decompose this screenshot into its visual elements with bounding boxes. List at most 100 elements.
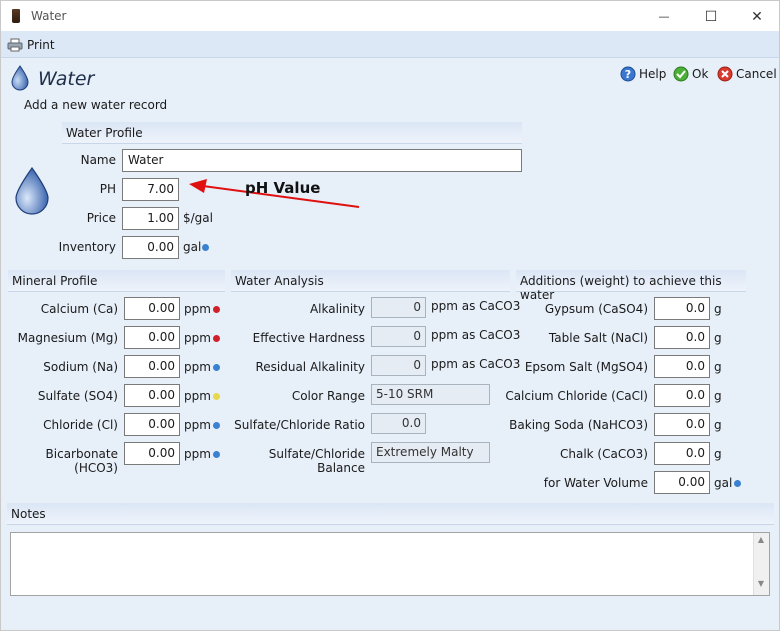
mineral-label-magnesium: Magnesium (Mg): [17, 331, 118, 345]
epsom-salt-unit: g: [714, 360, 722, 374]
chalk-input[interactable]: 0.0: [654, 442, 710, 465]
sulfate-chloride-ratio-value: 0.0: [371, 413, 426, 434]
chalk-unit: g: [714, 447, 722, 461]
scroll-up-icon[interactable]: ▲: [753, 535, 769, 549]
name-input[interactable]: Water: [122, 149, 522, 172]
baking-soda-input[interactable]: 0.0: [654, 413, 710, 436]
mineral-label-sulfate: Sulfate (SO4): [37, 389, 118, 403]
mineral-label-calcium: Calcium (Ca): [40, 302, 118, 316]
baking-soda-unit: g: [714, 418, 722, 432]
printer-icon: [7, 38, 23, 52]
large-water-drop-icon: [15, 166, 49, 215]
sodium-status-dot: [213, 364, 220, 371]
price-label: Price: [86, 211, 116, 225]
color-range-value: 5-10 SRM: [371, 384, 490, 405]
help-icon: ?: [620, 66, 636, 82]
magnesium-status-dot: [213, 335, 220, 342]
magnesium-input[interactable]: 0.00: [124, 326, 180, 349]
sulfate-chloride-ratio-label: Sulfate/Chloride Ratio: [234, 418, 365, 432]
notes-text: [11, 533, 769, 539]
chloride-input[interactable]: 0.00: [124, 413, 180, 436]
gypsum-unit: g: [714, 302, 722, 316]
sulfate-chloride-balance-value: Extremely Malty: [371, 442, 490, 463]
sodium-input[interactable]: 0.00: [124, 355, 180, 378]
chalk-label: Chalk (CaCO3): [560, 447, 648, 461]
ok-button[interactable]: Ok: [673, 66, 708, 82]
help-label: Help: [639, 67, 667, 81]
effective-hardness-label: Effective Hardness: [252, 331, 365, 345]
water-volume-unit: gal: [714, 476, 733, 490]
inventory-unit: gal: [183, 240, 202, 254]
inventory-input[interactable]: 0.00: [122, 236, 179, 259]
title-bar: Water — ☐ ✕: [0, 0, 780, 31]
table-salt-input[interactable]: 0.0: [654, 326, 710, 349]
additions-header: Additions (weight) to achieve this water: [516, 270, 746, 302]
magnesium-unit: ppm: [184, 331, 211, 345]
bicarbonate-status-dot: [213, 451, 220, 458]
maximize-button[interactable]: ☐: [688, 1, 734, 32]
annotation-text: pH Value: [245, 179, 321, 197]
water-analysis-header: Water Analysis: [231, 270, 510, 292]
mineral-label-bicarbonate: Bicarbonate (HCO3): [45, 447, 118, 475]
water-drop-icon: [11, 65, 29, 91]
cancel-button[interactable]: Cancel: [717, 66, 777, 82]
calcium-status-dot: [213, 306, 220, 313]
gypsum-label: Gypsum (CaSO4): [544, 302, 648, 316]
residual-alkalinity-label: Residual Alkalinity: [255, 360, 365, 374]
check-icon: [673, 66, 689, 82]
name-label: Name: [80, 153, 116, 167]
residual-alkalinity-value: 0: [371, 355, 426, 376]
alkalinity-value: 0: [371, 297, 426, 318]
page-subtitle: Add a new water record: [24, 98, 168, 112]
scroll-down-icon[interactable]: ▼: [753, 579, 769, 593]
print-label: Print: [27, 38, 55, 52]
sulfate-input[interactable]: 0.00: [124, 384, 180, 407]
chloride-status-dot: [213, 422, 220, 429]
sodium-unit: ppm: [184, 360, 211, 374]
inventory-label: Inventory: [58, 240, 116, 254]
calcium-chloride-input[interactable]: 0.0: [654, 384, 710, 407]
calcium-input[interactable]: 0.00: [124, 297, 180, 320]
close-button[interactable]: ✕: [734, 1, 780, 32]
chloride-unit: ppm: [184, 418, 211, 432]
notes-scrollbar[interactable]: ▲ ▼: [753, 533, 769, 595]
water-volume-label: for Water Volume: [543, 476, 648, 490]
price-unit: $/gal: [183, 211, 213, 225]
notes-textarea[interactable]: ▲ ▼: [10, 532, 770, 596]
sulfate-chloride-balance-label: Sulfate/Chloride Balance: [268, 447, 365, 475]
bicarbonate-input[interactable]: 0.00: [124, 442, 180, 465]
print-button[interactable]: Print: [7, 36, 55, 54]
price-input[interactable]: 1.00: [122, 207, 179, 230]
notes-header: Notes: [7, 503, 774, 525]
app-icon: [12, 9, 20, 23]
epsom-salt-input[interactable]: 0.0: [654, 355, 710, 378]
mineral-label-chloride: Chloride (Cl): [43, 418, 118, 432]
minimize-button[interactable]: —: [641, 1, 687, 32]
effective-hardness-value: 0: [371, 326, 426, 347]
cancel-icon: [717, 66, 733, 82]
baking-soda-label: Baking Soda (NaHCO3): [509, 418, 648, 432]
color-range-label: Color Range: [291, 389, 365, 403]
ph-input[interactable]: 7.00: [122, 178, 179, 201]
help-button[interactable]: ? Help: [620, 66, 666, 82]
table-salt-label: Table Salt (NaCl): [548, 331, 648, 345]
mineral-label-sodium: Sodium (Na): [43, 360, 118, 374]
toolbar: Print: [0, 31, 780, 58]
water-volume-input[interactable]: 0.00: [654, 471, 710, 494]
water-profile-header: Water Profile: [62, 122, 522, 144]
inventory-info-dot: [202, 244, 209, 251]
calcium-chloride-unit: g: [714, 389, 722, 403]
gypsum-input[interactable]: 0.0: [654, 297, 710, 320]
sulfate-unit: ppm: [184, 389, 211, 403]
sulfate-status-dot: [213, 393, 220, 400]
window-title: Water: [31, 9, 67, 23]
table-salt-unit: g: [714, 331, 722, 345]
water-volume-info-dot: [734, 480, 741, 487]
ok-label: Ok: [692, 67, 709, 81]
mineral-profile-header: Mineral Profile: [8, 270, 225, 292]
calcium-unit: ppm: [184, 302, 211, 316]
ph-label: PH: [99, 182, 116, 196]
calcium-chloride-label: Calcium Chloride (CaCl): [505, 389, 648, 403]
page-title: Water: [38, 68, 95, 90]
epsom-salt-label: Epsom Salt (MgSO4): [524, 360, 648, 374]
